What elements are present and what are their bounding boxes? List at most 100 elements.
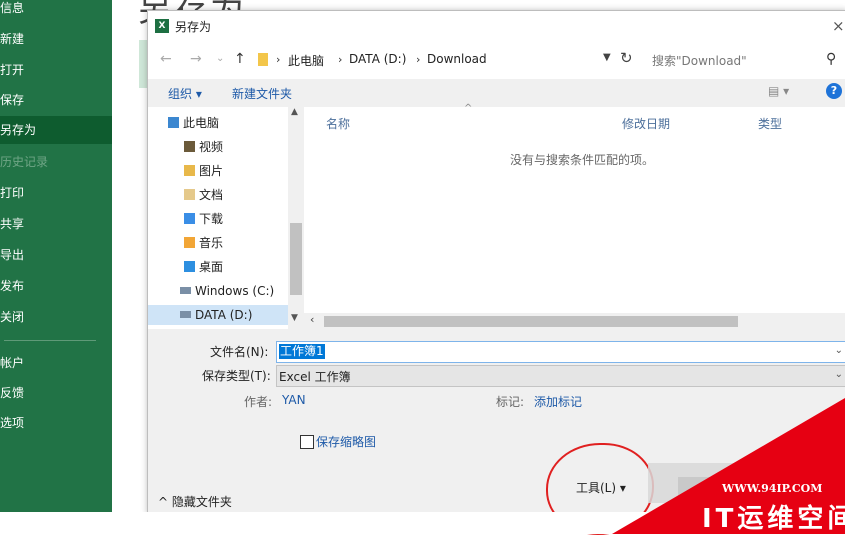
desktop-folder-icon bbox=[184, 261, 195, 272]
filename-label: 文件名(N): bbox=[210, 345, 269, 359]
scroll-up-icon[interactable]: ▲ bbox=[291, 107, 298, 117]
save-thumbnail-label[interactable]: 保存缩略图 bbox=[316, 433, 376, 450]
list-horizontal-scrollbar[interactable]: ‹ bbox=[304, 313, 845, 329]
breadcrumb-data-drive[interactable]: DATA (D:) bbox=[349, 52, 406, 66]
sidebar-item-export[interactable]: 导出 bbox=[0, 241, 112, 269]
file-list: ^ 名称 修改日期 类型 没有与搜索条件匹配的项。 bbox=[304, 103, 845, 313]
sidebar-item-save[interactable]: 保存 bbox=[0, 86, 112, 114]
tree-scrollbar[interactable]: ▲ ▼ bbox=[288, 107, 304, 329]
sidebar-item-save-as[interactable]: 另存为 bbox=[0, 116, 112, 144]
search-box[interactable]: 搜索"Download" ⚲ bbox=[644, 48, 844, 72]
empty-list-message: 没有与搜索条件匹配的项。 bbox=[510, 153, 655, 167]
computer-icon bbox=[168, 117, 179, 128]
save-as-dialog: X 另存为 × ← → ⌄ ↑ › 此电脑 › DATA (D:) › Down… bbox=[147, 10, 845, 535]
tree-item-documents[interactable]: 文档 bbox=[184, 185, 223, 205]
forward-arrow-icon[interactable]: → bbox=[190, 51, 202, 67]
back-arrow-icon[interactable]: ← bbox=[160, 51, 172, 67]
column-header-type[interactable]: 类型 bbox=[758, 115, 782, 132]
author-value[interactable]: YAN bbox=[282, 393, 306, 407]
sidebar-item-account[interactable]: 帐户 bbox=[0, 349, 112, 377]
tree-item-label: 此电脑 bbox=[183, 116, 220, 130]
backstage-sidebar: 信息 新建 打开 保存 另存为 历史记录 打印 共享 导出 发布 关闭 帐户 反… bbox=[0, 0, 112, 512]
scrollbar-thumb[interactable] bbox=[290, 223, 302, 295]
sidebar-item-info[interactable]: 信息 bbox=[0, 0, 112, 22]
tree-item-label: 桌面 bbox=[199, 260, 224, 274]
tree-item-windows-drive[interactable]: Windows (C:) bbox=[180, 281, 274, 301]
column-header-name[interactable]: 名称 bbox=[326, 115, 350, 132]
folder-icon bbox=[258, 53, 268, 66]
sidebar-item-print[interactable]: 打印 bbox=[0, 179, 112, 207]
filetype-label: 保存类型(T): bbox=[202, 369, 271, 383]
sidebar-divider bbox=[4, 340, 96, 341]
column-header-modified[interactable]: 修改日期 bbox=[622, 115, 670, 132]
drive-icon bbox=[180, 311, 191, 318]
save-thumbnail-checkbox[interactable] bbox=[300, 435, 314, 449]
music-folder-icon bbox=[184, 237, 195, 248]
view-options-icon[interactable]: ▤ ▾ bbox=[768, 84, 789, 98]
breadcrumb-download[interactable]: Download bbox=[427, 52, 487, 66]
recent-locations-icon[interactable]: ⌄ bbox=[216, 53, 224, 64]
sidebar-item-share[interactable]: 共享 bbox=[0, 210, 112, 238]
sidebar-item-publish[interactable]: 发布 bbox=[0, 272, 112, 300]
navigation-bar: ← → ⌄ ↑ › 此电脑 › DATA (D:) › Download ▼ ↻… bbox=[148, 41, 845, 79]
tree-item-downloads[interactable]: 下载 bbox=[184, 209, 223, 229]
sidebar-item-open[interactable]: 打开 bbox=[0, 56, 112, 84]
video-folder-icon bbox=[184, 141, 195, 152]
tree-item-label: 音乐 bbox=[199, 236, 224, 250]
sidebar-item-history: 历史记录 bbox=[0, 155, 49, 169]
address-bar[interactable]: › 此电脑 › DATA (D:) › Download bbox=[252, 48, 612, 72]
tree-item-music[interactable]: 音乐 bbox=[184, 233, 223, 253]
filename-value: 工作簿1 bbox=[279, 344, 325, 359]
scroll-down-icon[interactable]: ▼ bbox=[291, 313, 298, 323]
add-tags-link[interactable]: 添加标记 bbox=[534, 393, 582, 410]
navigation-tree: 此电脑 视频 图片 文档 下载 音乐 桌面 Windows (C:) DATA … bbox=[148, 107, 304, 329]
breadcrumb-separator: › bbox=[338, 53, 343, 66]
hide-folders-button[interactable]: ^ 隐藏文件夹 bbox=[158, 493, 232, 510]
sidebar-item-feedback[interactable]: 反馈 bbox=[0, 379, 112, 407]
search-icon[interactable]: ⚲ bbox=[826, 51, 836, 67]
breadcrumb-this-pc[interactable]: 此电脑 bbox=[288, 52, 324, 69]
tags-label: 标记: bbox=[496, 395, 525, 409]
sidebar-item-new[interactable]: 新建 bbox=[0, 25, 112, 53]
refresh-icon[interactable]: ↻ bbox=[620, 49, 633, 67]
tree-item-videos[interactable]: 视频 bbox=[184, 137, 223, 157]
search-placeholder: 搜索"Download" bbox=[652, 54, 747, 68]
up-arrow-icon[interactable]: ↑ bbox=[234, 51, 246, 67]
organize-button[interactable]: 组织 ▾ bbox=[168, 85, 202, 102]
tree-item-this-pc[interactable]: 此电脑 bbox=[168, 113, 219, 133]
filetype-value: Excel 工作簿 bbox=[279, 370, 351, 384]
watermark-brand: IT运维空间 bbox=[702, 504, 845, 534]
author-label: 作者: bbox=[244, 395, 273, 409]
sort-caret-icon: ^ bbox=[464, 103, 473, 114]
tree-item-desktop[interactable]: 桌面 bbox=[184, 257, 223, 277]
documents-folder-icon bbox=[184, 189, 195, 200]
help-icon[interactable]: ? bbox=[826, 83, 842, 99]
tools-button[interactable]: 工具(L) ▾ bbox=[576, 479, 626, 496]
tree-item-label: Windows (C:) bbox=[195, 284, 275, 298]
location-highlight bbox=[139, 40, 147, 88]
filename-input[interactable]: 工作簿1 ⌄ bbox=[276, 341, 845, 363]
chevron-down-icon[interactable]: ⌄ bbox=[835, 345, 843, 356]
breadcrumb-separator: › bbox=[416, 53, 421, 66]
excel-icon: X bbox=[155, 19, 169, 33]
tree-item-data-drive[interactable]: DATA (D:) bbox=[148, 305, 288, 325]
tree-item-label: 文档 bbox=[199, 188, 224, 202]
filetype-select[interactable]: Excel 工作簿 ⌄ bbox=[276, 365, 845, 387]
dialog-titlebar: X 另存为 × bbox=[148, 11, 845, 41]
sidebar-item-close[interactable]: 关闭 bbox=[0, 303, 112, 331]
chevron-down-icon[interactable]: ⌄ bbox=[835, 369, 843, 380]
tree-item-pictures[interactable]: 图片 bbox=[184, 161, 223, 181]
watermark-url: WWW.94IP.COM bbox=[722, 482, 823, 495]
dialog-title: 另存为 bbox=[175, 20, 212, 34]
close-icon[interactable]: × bbox=[832, 17, 845, 35]
tree-item-label: 图片 bbox=[199, 164, 224, 178]
tree-item-label: 下载 bbox=[199, 212, 224, 226]
tree-item-label: 视频 bbox=[199, 140, 224, 154]
scrollbar-thumb[interactable] bbox=[324, 316, 738, 327]
scroll-left-icon[interactable]: ‹ bbox=[310, 313, 314, 326]
sidebar-item-options[interactable]: 选项 bbox=[0, 409, 112, 437]
address-dropdown-icon[interactable]: ▼ bbox=[603, 52, 611, 63]
download-folder-icon bbox=[184, 213, 195, 224]
breadcrumb-separator: › bbox=[276, 53, 281, 66]
new-folder-button[interactable]: 新建文件夹 bbox=[232, 85, 292, 102]
